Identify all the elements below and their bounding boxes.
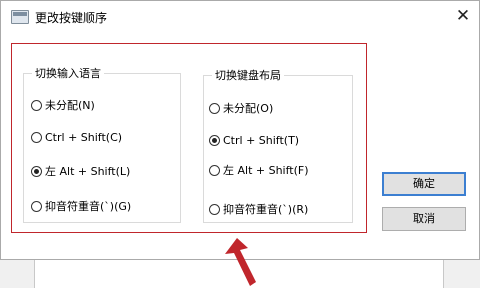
radio-layout-left-alt-shift[interactable]: 左 Alt + Shift(F) <box>209 162 309 178</box>
radio-input-ctrl-shift[interactable]: Ctrl + Shift(C) <box>31 129 122 145</box>
ok-button[interactable]: 确定 <box>382 172 466 196</box>
cancel-button[interactable]: 取消 <box>382 207 466 231</box>
radio-label: 抑音符重音(`)(R) <box>223 203 309 216</box>
radio-circle <box>31 99 42 111</box>
radio-circle-checked <box>209 134 220 146</box>
change-key-sequence-dialog: 更改按键顺序 ✕ 切换输入语言 未分配(N) Ctrl + Shift(C) 左… <box>0 0 480 260</box>
radio-circle <box>209 164 220 176</box>
title-bar: 更改按键顺序 ✕ <box>1 1 479 31</box>
radio-label: 抑音符重音(`)(G) <box>45 200 132 213</box>
radio-label: 左 Alt + Shift(L) <box>45 165 131 178</box>
radio-circle <box>209 203 220 215</box>
red-arrow-icon <box>225 238 256 286</box>
radio-circle <box>209 102 220 114</box>
radio-label: Ctrl + Shift(T) <box>223 133 300 147</box>
radio-input-unassigned[interactable]: 未分配(N) <box>31 97 95 113</box>
radio-circle <box>31 200 42 212</box>
radio-input-left-alt-shift[interactable]: 左 Alt + Shift(L) <box>31 163 130 179</box>
radio-circle <box>31 131 42 143</box>
keyboard-window-icon <box>11 10 29 24</box>
radio-circle-checked <box>31 165 42 177</box>
radio-layout-ctrl-shift[interactable]: Ctrl + Shift(T) <box>209 132 299 148</box>
radio-label: Ctrl + Shift(C) <box>45 130 123 144</box>
radio-label: 未分配(N) <box>45 99 95 112</box>
radio-label: 左 Alt + Shift(F) <box>223 164 309 177</box>
radio-input-grave-accent[interactable]: 抑音符重音(`)(G) <box>31 198 131 214</box>
dialog-title: 更改按键顺序 <box>35 11 108 25</box>
keyboard-layout-legend: 切换键盘布局 <box>215 69 281 82</box>
input-language-legend: 切换输入语言 <box>35 67 101 80</box>
radio-layout-unassigned[interactable]: 未分配(O) <box>209 100 273 116</box>
radio-label: 未分配(O) <box>223 102 274 115</box>
radio-layout-grave-accent[interactable]: 抑音符重音(`)(R) <box>209 201 308 217</box>
close-button[interactable]: ✕ <box>449 3 477 29</box>
